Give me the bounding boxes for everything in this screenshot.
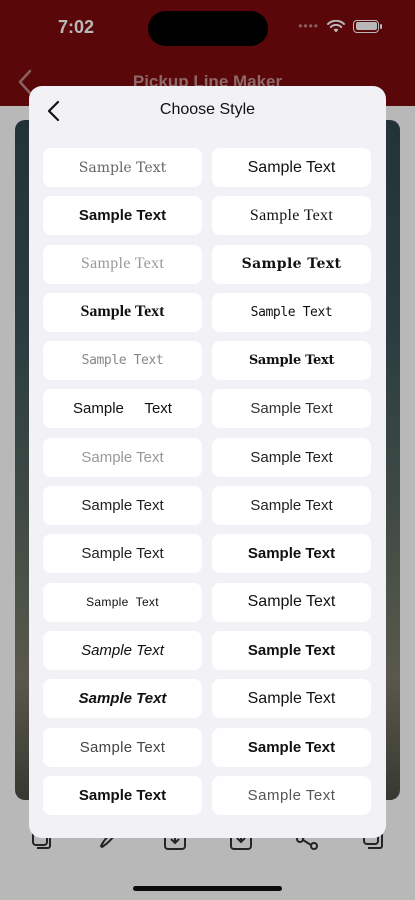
style-option[interactable]: Sample Text <box>43 486 202 526</box>
modal-header: Choose Style <box>29 86 386 136</box>
style-option[interactable]: Sample Text <box>43 775 202 815</box>
choose-style-modal: Choose Style Sample Text Sample Text Sampl… <box>29 86 386 838</box>
style-option[interactable]: Sample Text <box>212 389 371 429</box>
style-option[interactable]: Sample Text <box>212 582 371 622</box>
style-option[interactable]: Sample Text <box>212 196 371 236</box>
style-option[interactable]: Sample Text <box>43 244 202 284</box>
style-option[interactable]: Sample Text <box>43 727 202 767</box>
style-option[interactable]: Sample Text <box>212 534 371 574</box>
style-option[interactable]: Sample Text <box>43 389 202 429</box>
style-option[interactable]: Sample Text <box>43 292 202 332</box>
style-option[interactable]: Sample Text <box>212 486 371 526</box>
style-option[interactable]: Sample Text <box>212 244 371 284</box>
style-option[interactable]: Sample Text <box>212 437 371 477</box>
style-option[interactable]: Sample Text <box>212 630 371 670</box>
style-option[interactable]: Sample Text <box>43 582 202 622</box>
style-option[interactable]: Sample Text <box>43 196 202 236</box>
style-option[interactable]: Sample Text <box>43 341 202 381</box>
style-option[interactable]: Sample Text <box>43 437 202 477</box>
style-option[interactable]: Sample Text <box>43 630 202 670</box>
style-option[interactable]: Sample Text <box>43 534 202 574</box>
style-option[interactable]: Sample Text <box>43 148 202 187</box>
style-option[interactable]: Sample Text <box>212 679 371 719</box>
style-option[interactable]: Sample Text <box>212 341 371 381</box>
style-grid: Sample Text Sample Text Sample Text Sample … <box>43 148 372 815</box>
modal-title: Choose Style <box>159 101 256 118</box>
style-option[interactable]: Sample Text <box>43 679 202 719</box>
style-option[interactable]: Sample Text <box>212 148 371 187</box>
style-option[interactable]: Sample Text <box>212 292 371 332</box>
style-option[interactable]: Sample Text <box>212 727 371 767</box>
style-option[interactable]: Sample Text <box>212 775 371 815</box>
